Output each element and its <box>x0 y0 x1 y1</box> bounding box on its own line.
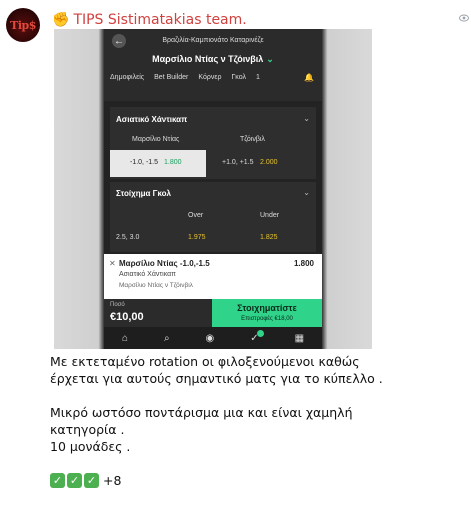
channel-avatar[interactable]: Tip$ <box>6 8 40 42</box>
goals-over-label: Over <box>188 212 204 219</box>
phone-screen: ← Βραζιλία-Καμπιονάτο Καταρινέζε Μαρσίλι… <box>104 29 322 349</box>
bets-icon: ✓ <box>250 329 264 344</box>
goals-under-label: Under <box>260 212 280 219</box>
tab-popular: Δημοφιλείς <box>110 74 145 81</box>
bet-slip: ✕ Μαρσίλιο Ντίας -1.0,-1.5 Ασιατικό Χάντ… <box>104 254 322 299</box>
stake-value: €10,00 <box>110 311 144 323</box>
goals-under-odd: 1.825 <box>260 234 278 241</box>
avatar-text: Tip$ <box>10 18 36 32</box>
goals-title: Στοίχημα Γκολ <box>116 189 171 198</box>
fist-emoji: ✊ <box>52 12 70 28</box>
goals-section: Στοίχημα Γκολ ⌄ Over Under 2.5, 3.0 1.97… <box>110 182 316 252</box>
chevron-down-icon: ⌄ <box>266 54 274 64</box>
tab-bet-builder: Bet Builder <box>154 74 189 81</box>
league-name: Βραζιλία-Καμπιονάτο Καταρινέζε <box>162 37 264 44</box>
bets-badge <box>256 329 264 337</box>
tab-goals: Γκολ <box>231 74 246 81</box>
tab-first: 1 <box>255 74 260 81</box>
asian-handicap-title: Ασιατικό Χάντικαπ <box>116 115 188 124</box>
close-icon: ✕ <box>109 259 116 268</box>
tab-corners: Κόρνερ <box>198 74 222 81</box>
market-tabs: Δημοφιλείς Bet Builder Κόρνερ Γκολ 1 <box>110 74 260 81</box>
message-line: κατηγορία . <box>50 422 125 437</box>
ah-home-odd: 1.800 <box>164 159 182 166</box>
stake-box: Ποσό €10,00 <box>104 299 212 327</box>
ah-away-team: Τζόινβιλ <box>240 136 265 143</box>
message-line: έρχεται για αυτούς σημαντικό ματς για το… <box>50 371 383 386</box>
place-bet-button: Στοιχηματίστε Επιστροφές €18,00 <box>212 299 322 327</box>
bell-icon: 🔔 <box>304 73 314 82</box>
chevron-down-icon: ⌄ <box>303 188 310 197</box>
check-mark-icon: ✓ <box>67 473 82 488</box>
live-icon: ◉ <box>205 332 215 344</box>
asian-handicap-section: Ασιατικό Χάντικαπ ⌄ Μαρσίλιο Ντίας Τζόιν… <box>110 107 316 179</box>
bet-screenshot-image[interactable]: ← Βραζιλία-Καμπιονάτο Καταρινέζε Μαρσίλι… <box>54 29 372 349</box>
match-title: Μαρσίλιο Ντίας ν Τζόινβιλ ⌄ <box>104 54 322 65</box>
message-line: 10 μονάδες . <box>50 439 131 454</box>
slip-selection: Μαρσίλιο Ντίας -1.0,-1.5 <box>119 259 210 268</box>
reactions-extra-count: +8 <box>103 473 122 488</box>
ah-away-line: +1.0, +1.5 <box>222 159 254 166</box>
message-line: Μικρό ωστόσο ποντάρισμα μια και είναι χα… <box>50 405 353 420</box>
match-name: Μαρσίλιο Ντίας ν Τζόινβιλ <box>152 54 264 64</box>
message-line: Με εκτεταμένο rotation οι φιλοξενούμενοι… <box>50 354 360 369</box>
place-bet-returns: Επιστροφές €18,00 <box>241 316 293 322</box>
check-mark-icon: ✓ <box>84 473 99 488</box>
casino-icon: ▦ <box>294 332 305 344</box>
home-icon: ⌂ <box>121 332 129 344</box>
views-eye-icon <box>459 14 469 22</box>
stake-label: Ποσό <box>110 302 125 308</box>
search-icon: ⌕ <box>163 332 170 344</box>
phone-bottom-nav: ⌂ ⌕ ◉ ✓ ▦ <box>104 327 322 349</box>
message-text: Με εκτεταμένο rotation οι φιλοξενούμενοι… <box>50 353 470 489</box>
slip-odd: 1.800 <box>293 259 314 268</box>
channel-name[interactable]: TIPS Sistimatakias team. <box>73 12 246 28</box>
ah-home-team: Μαρσίλιο Ντίας <box>132 136 180 143</box>
slip-market: Ασιατικό Χάντικαπ <box>119 271 176 278</box>
place-bet-label: Στοιχηματίστε <box>237 303 297 313</box>
reactions-row: ✓ ✓ ✓ +8 <box>50 472 470 489</box>
ah-home-selection: -1.0, -1.5 1.800 <box>110 150 206 177</box>
phone-header: ← Βραζιλία-Καμπιονάτο Καταρινέζε Μαρσίλι… <box>104 29 322 101</box>
chevron-down-icon: ⌄ <box>303 114 310 123</box>
check-mark-icon: ✓ <box>50 473 65 488</box>
message-bubble: ✊ TIPS Sistimatakias team. ← Βραζιλία-Κα… <box>44 4 471 510</box>
ah-away-odd: 2.000 <box>260 159 278 166</box>
slip-event: Μαρσίλιο Ντίας ν Τζόινβιλ <box>119 282 193 289</box>
message-header: ✊ TIPS Sistimatakias team. <box>52 10 247 30</box>
goals-over-odd: 1.975 <box>188 234 206 241</box>
goals-line: 2.5, 3.0 <box>116 234 140 241</box>
ah-home-line: -1.0, -1.5 <box>130 159 159 166</box>
